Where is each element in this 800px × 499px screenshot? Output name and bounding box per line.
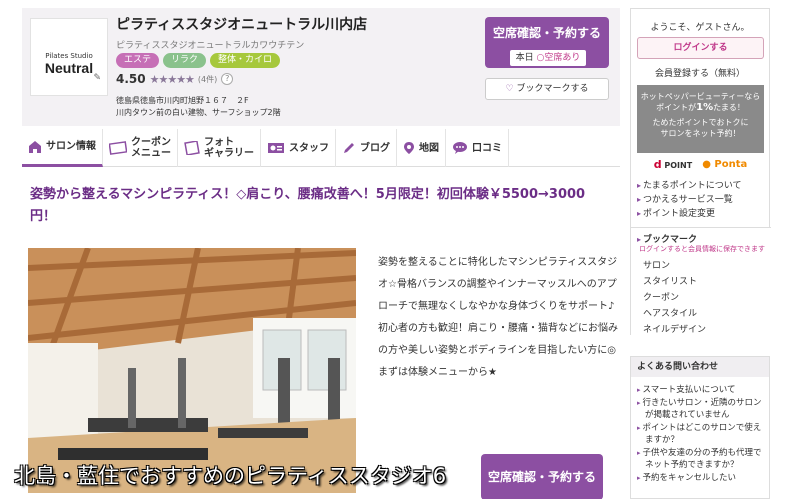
tab-coupon-menu[interactable]: クーポン メニュー — [103, 129, 178, 167]
banner-line: サロンをネット予約！ — [660, 129, 741, 138]
genre-tags: エステ リラク 整体・カイロ — [116, 53, 281, 68]
coupon-icon — [109, 141, 127, 155]
address-line: 徳島県徳島市川内町旭野１６７ ２F — [116, 96, 249, 105]
genre-tag-seitai: 整体・カイロ — [210, 53, 281, 68]
studio-interior-image — [28, 248, 356, 493]
tab-label: スタッフ — [289, 142, 329, 154]
banner-line: ためたポイントでおトクに — [652, 118, 749, 127]
salon-photo[interactable] — [28, 248, 356, 493]
salon-description: 姿勢を整えることに特化したマシンピラティススタジオ☆骨格バランスの調整やインナー… — [378, 257, 618, 378]
bookmark-link-salon[interactable]: サロン — [643, 258, 706, 274]
logo-text-small: Pilates Studio — [45, 52, 93, 60]
tab-reviews[interactable]: 口コミ — [446, 129, 509, 167]
rating: 4.50 ★★★★★ (4件) ? — [116, 72, 234, 86]
faq-link[interactable]: 予約をキャンセルしたい — [637, 472, 767, 484]
bookmark-links: サロン スタイリスト クーポン ヘアスタイル ネイルデザイン — [643, 258, 706, 338]
faq-link[interactable]: 子供や友達の分の予約も代理でネット予約できますか？ — [637, 447, 767, 471]
tab-label: フォト ギャラリー — [204, 137, 254, 159]
faq-links: スマート支払いについて 行きたいサロン・近隣のサロンが掲載されていません ポイン… — [637, 384, 767, 485]
point-link[interactable]: ポイント設定変更 — [637, 207, 741, 221]
rating-score: 4.50 — [116, 72, 146, 86]
faq-box: よくある問い合わせ スマート支払いについて 行きたいサロン・近隣のサロンが掲載さ… — [630, 356, 770, 499]
points-banner[interactable]: ホットペッパービューティーなら ポイントが1%たまる！ ためたポイントでおトクに… — [637, 85, 764, 153]
reserve-button[interactable]: 空席確認・予約する 本日 ○空席あり — [485, 17, 609, 68]
tab-label: ブログ — [360, 142, 390, 154]
dpoint-logo: d POINT — [653, 157, 693, 171]
faq-link[interactable]: 行きたいサロン・近隣のサロンが掲載されていません — [637, 397, 767, 421]
salon-address: 徳島県徳島市川内町旭野１６７ ２F 川内タウン前の白い建物、サーフショップ2階 — [116, 95, 281, 119]
bookmark-note: ログインすると会員情報に保存できます — [639, 245, 765, 253]
map-pin-icon — [404, 142, 414, 154]
bookmark-button[interactable]: ♡ ブックマークする — [485, 78, 609, 100]
pen-icon — [344, 143, 354, 153]
reserve-button-bottom[interactable]: 空席確認・予約する — [481, 454, 603, 499]
register-link[interactable]: 会員登録する（無料） — [631, 66, 769, 79]
ponta-text: Ponta — [714, 158, 748, 170]
tab-salon-info[interactable]: サロン情報 — [22, 129, 103, 167]
ponta-logo: ● Ponta — [702, 158, 748, 170]
banner-text: たまる！ — [713, 103, 745, 112]
faq-link[interactable]: スマート支払いについて — [637, 384, 767, 396]
tab-map[interactable]: 地図 — [397, 129, 446, 167]
dpoint-text: POINT — [664, 160, 693, 170]
tab-label: 口コミ — [472, 142, 502, 154]
access-line: 川内タウン前の白い建物、サーフショップ2階 — [116, 108, 281, 117]
bookmark-link-stylist[interactable]: スタイリスト — [643, 274, 706, 290]
speech-bubble-icon — [453, 142, 467, 154]
banner-line: ポイントが1%たまる！ — [637, 102, 764, 113]
tab-staff[interactable]: スタッフ — [261, 129, 336, 167]
tab-label: 地図 — [419, 142, 439, 154]
salon-logo: Pilates Studio Neutral ✎ — [30, 18, 108, 96]
point-links: たまるポイントについて つかえるサービス一覧 ポイント設定変更 — [637, 179, 741, 221]
tab-blog[interactable]: ブログ — [336, 129, 397, 167]
login-button[interactable]: ログインする — [637, 37, 764, 59]
home-icon — [29, 140, 41, 153]
salon-tabs: サロン情報 クーポン メニュー フォト ギャラリー スタッフ ブログ 地図 口コ… — [22, 129, 620, 167]
today-label: 本日 — [515, 53, 534, 63]
banner-line: ホットペッパービューティーなら — [640, 92, 761, 101]
help-icon[interactable]: ? — [221, 73, 234, 85]
availability-badge: 本日 ○空席あり — [510, 50, 586, 66]
bookmark-box: ブックマーク ログインすると会員情報に保存できます サロン スタイリスト クーポ… — [631, 227, 771, 345]
partner-logos: d POINT ● Ponta — [637, 155, 764, 173]
tab-label: サロン情報 — [46, 141, 96, 152]
banner-percent: 1% — [696, 102, 714, 113]
faq-link[interactable]: ポイントはどこのサロンで使えますか？ — [637, 422, 767, 446]
genre-tag-esthe: エステ — [116, 53, 160, 68]
member-box: ようこそ、ゲストさん。 ログインする 会員登録する（無料） ホットペッパービュー… — [630, 8, 771, 345]
bookmark-label: ブックマークする — [516, 84, 589, 94]
reserve-button-label: 空席確認・予約する — [492, 26, 601, 40]
genre-tag-relax: リラク — [163, 53, 207, 68]
sidebar: ようこそ、ゲストさん。 ログインする 会員登録する（無料） ホットペッパービュー… — [630, 8, 771, 499]
welcome-text: ようこそ、ゲストさん。 — [650, 23, 750, 33]
bookmark-link-coupon[interactable]: クーポン — [643, 290, 706, 306]
salon-name-kana: ピラティススタジオニュートラルカワウチテン — [116, 41, 305, 51]
tab-photo-gallery[interactable]: フォト ギャラリー — [178, 129, 261, 167]
point-link[interactable]: つかえるサービス一覧 — [637, 193, 741, 207]
review-count-link[interactable]: (4件) — [198, 74, 217, 85]
bookmark-link-hairstyle[interactable]: ヘアスタイル — [643, 306, 706, 322]
photo-icon — [184, 141, 200, 155]
point-link[interactable]: たまるポイントについて — [637, 179, 741, 193]
salon-header: Pilates Studio Neutral ✎ ピラティススタジオニュートラル… — [22, 8, 620, 126]
faq-heading: よくある問い合わせ — [631, 357, 769, 377]
heart-icon: ♡ — [505, 84, 514, 94]
logo-pen-icon: ✎ — [93, 73, 101, 83]
availability-text: 空席あり — [544, 53, 581, 63]
staff-icon — [268, 143, 284, 153]
catch-copy-headline: 姿勢から整えるマシンピラティス！◇肩こり、腰痛改善へ！5月限定！初回体験￥550… — [30, 187, 586, 224]
bookmark-link-nail[interactable]: ネイルデザイン — [643, 322, 706, 338]
tab-label: クーポン メニュー — [131, 137, 171, 159]
main-content: Pilates Studio Neutral ✎ ピラティススタジオニュートラル… — [22, 8, 620, 499]
salon-name[interactable]: ピラティススタジオニュートラル川内店 — [116, 14, 367, 34]
banner-text: ポイントが — [656, 103, 697, 112]
rating-stars-icon: ★★★★★ — [149, 72, 195, 86]
